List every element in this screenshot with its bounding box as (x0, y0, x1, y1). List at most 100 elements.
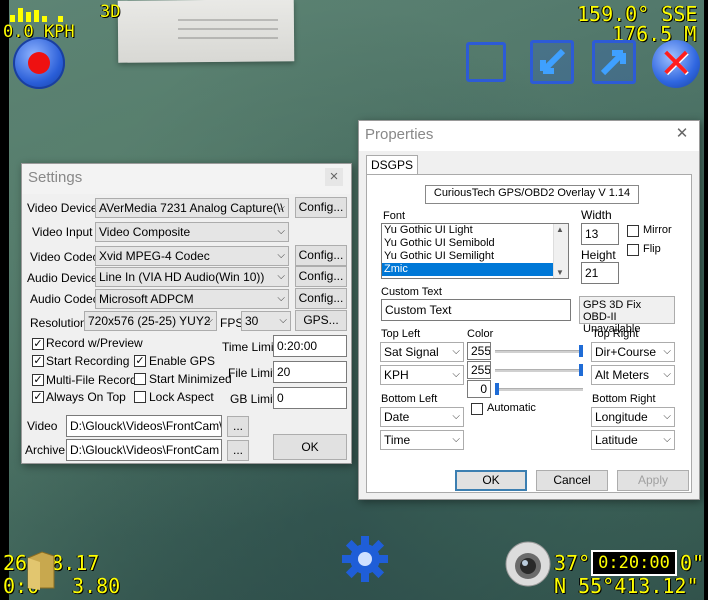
mirror-checkbox[interactable] (627, 225, 639, 237)
list-item[interactable]: Yu Gothic UI Semibold (382, 237, 568, 250)
archive-path-input[interactable]: D:\Glouck\Videos\FrontCam (66, 439, 222, 461)
chevron-down-icon: ⌵ (277, 202, 285, 213)
webcam-icon[interactable] (504, 540, 552, 588)
chevron-up-icon: ▲ (556, 225, 564, 234)
tab-dsgps[interactable]: DSGPS (366, 155, 418, 176)
start-recording-label: Start Recording (46, 354, 130, 368)
color-blue-slider[interactable] (495, 381, 583, 397)
list-item[interactable]: Yu Gothic UI Light (382, 224, 568, 237)
close-app-button[interactable]: ✕ (652, 40, 700, 88)
enable-gps-label: Enable GPS (149, 354, 216, 368)
record-preview-label: Record w/Preview (46, 336, 143, 350)
time-limit-label: Time Limit (222, 340, 277, 354)
chevron-down-icon: ⌵ (663, 369, 671, 380)
gb-limit-input[interactable]: 0 (273, 387, 347, 409)
color-red-slider[interactable] (495, 343, 583, 359)
start-recording-checkbox[interactable]: ✓ (32, 355, 44, 367)
file-limit-input[interactable]: 20 (273, 361, 347, 383)
audio-device-config-button[interactable]: Config... (295, 266, 347, 287)
window-icon[interactable] (466, 42, 506, 82)
font-list-scrollbar[interactable]: ▲ ▼ (553, 224, 568, 278)
font-label: Font (383, 210, 406, 222)
color-red-input[interactable]: 255 (467, 342, 491, 360)
gps-settings-button[interactable]: GPS... (295, 310, 347, 331)
record-preview-checkbox[interactable]: ✓ (32, 338, 44, 350)
properties-cancel-button[interactable]: Cancel (536, 470, 608, 491)
properties-ok-button[interactable]: OK (455, 470, 527, 491)
height-input[interactable]: 21 (581, 262, 619, 284)
properties-close-icon[interactable]: ✕ (673, 125, 691, 143)
top-left-label: Top Left (381, 328, 421, 340)
paper-texture (178, 12, 278, 42)
always-on-top-label: Always On Top (46, 390, 126, 404)
video-path-input[interactable]: D:\Glouck\Videos\FrontCam\T (66, 415, 222, 437)
enable-gps-checkbox[interactable]: ✓ (134, 355, 146, 367)
record-button[interactable] (13, 37, 65, 89)
latitude-readout: N 55°413.12" (554, 574, 699, 598)
color-blue-input[interactable]: 0 (467, 380, 491, 398)
time-limit-input[interactable]: 0:20:00 (273, 335, 347, 357)
start-minimized-checkbox[interactable] (134, 373, 146, 385)
gps-fix-readout: 3D (100, 2, 121, 22)
top-left-select-1[interactable]: Sat Signal ⌵ (380, 342, 464, 362)
video-device-select[interactable]: AVerMedia 7231 Analog Capture(\\ ⌵ (95, 198, 289, 218)
properties-title-bar: Properties ✕ (359, 121, 699, 151)
settings-window: Settings × Video Device AVerMedia 7231 A… (21, 163, 352, 464)
properties-apply-button[interactable]: Apply (617, 470, 689, 491)
color-green-input[interactable]: 255 (467, 361, 491, 379)
settings-gear-icon[interactable] (340, 534, 390, 584)
frame-left-edge (0, 0, 9, 600)
frame-right-edge (704, 0, 708, 600)
audio-codec-config-button[interactable]: Config... (295, 288, 347, 309)
automatic-checkbox[interactable] (471, 403, 483, 415)
multi-file-checkbox[interactable]: ✓ (32, 374, 44, 386)
record-time-display: 0:20:00 (591, 550, 677, 576)
custom-text-input[interactable]: Custom Text (381, 299, 571, 321)
color-green-slider[interactable] (495, 362, 583, 378)
chevron-down-icon: ⌵ (277, 250, 285, 261)
resolution-select[interactable]: 720x576 (25-25) YUY2 ⌵ (84, 311, 217, 331)
video-input-select[interactable]: Video Composite ⌵ (95, 222, 289, 242)
list-item[interactable]: Yu Gothic UI Semilight (382, 250, 568, 263)
bottom-right-select-2[interactable]: Latitude ⌵ (591, 430, 675, 450)
audio-codec-label: Audio Codec (30, 292, 99, 306)
satellite-signal-bars (10, 2, 70, 22)
video-codec-config-button[interactable]: Config... (295, 245, 347, 266)
settings-ok-button[interactable]: OK (273, 434, 347, 460)
lock-aspect-checkbox[interactable] (134, 391, 146, 403)
bottom-right-label: Bottom Right (592, 393, 656, 405)
restore-icon[interactable] (530, 40, 574, 84)
video-codec-label: Video Codec (30, 250, 99, 264)
bottom-left-select-2[interactable]: Time ⌵ (380, 430, 464, 450)
settings-close-icon[interactable]: × (325, 168, 343, 186)
properties-window: Properties ✕ DSGPS CuriousTech GPS/OBD2 … (358, 120, 700, 500)
font-list[interactable]: Yu Gothic UI Light Yu Gothic UI Semibold… (381, 223, 569, 279)
width-input[interactable]: 13 (581, 223, 619, 245)
fps-select[interactable]: 30 ⌵ (241, 311, 291, 331)
maximize-icon[interactable] (592, 40, 636, 84)
chevron-down-icon: ⌵ (452, 434, 460, 445)
top-right-select-2[interactable]: Alt Meters ⌵ (591, 365, 675, 385)
archive-path-browse-button[interactable]: ... (227, 440, 249, 461)
audio-device-select[interactable]: Line In (VIA HD Audio(Win 10)) ⌵ (95, 267, 289, 287)
video-path-label: Video (27, 419, 58, 433)
video-codec-select[interactable]: Xvid MPEG-4 Codec ⌵ (95, 246, 289, 266)
top-right-select-1[interactable]: Dir+Course ⌵ (591, 342, 675, 362)
chevron-down-icon: ▼ (556, 268, 564, 277)
video-device-config-button[interactable]: Config... (295, 197, 347, 218)
bottom-right-select-1[interactable]: Longitude ⌵ (591, 407, 675, 427)
close-icon: ✕ (659, 41, 693, 87)
video-path-browse-button[interactable]: ... (227, 416, 249, 437)
width-label: Width (581, 208, 612, 222)
video-device-label: Video Device (27, 201, 98, 215)
flip-checkbox[interactable] (627, 244, 639, 256)
top-left-select-2[interactable]: KPH ⌵ (380, 365, 464, 385)
bottom-left-select-1[interactable]: Date ⌵ (380, 407, 464, 427)
tab-panel: CuriousTech GPS/OBD2 Overlay V 1.14 Font… (366, 174, 692, 493)
height-label: Height (581, 248, 616, 262)
list-item[interactable]: Zmic (382, 263, 568, 276)
audio-codec-select[interactable]: Microsoft ADPCM ⌵ (95, 289, 289, 309)
folder-icon[interactable] (22, 548, 60, 592)
always-on-top-checkbox[interactable]: ✓ (32, 391, 44, 403)
chevron-down-icon: ⌵ (663, 411, 671, 422)
